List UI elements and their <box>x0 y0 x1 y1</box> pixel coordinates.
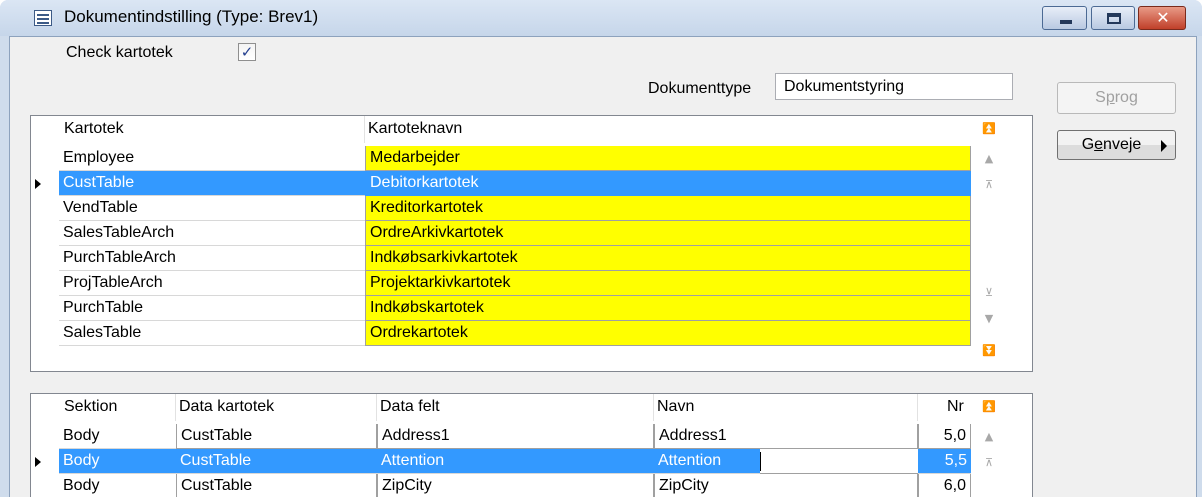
previous-record-icon[interactable]: ⊼ <box>977 454 1001 472</box>
previous-page-icon[interactable]: ▲ <box>977 428 1001 446</box>
checkmark-icon: ✓ <box>240 43 254 61</box>
application-window: Dokumentindstilling (Type: Brev1) ✕ Chec… <box>0 0 1202 497</box>
title-bar[interactable]: Dokumentindstilling (Type: Brev1) ✕ <box>0 0 1202 36</box>
column-divider[interactable] <box>376 394 377 421</box>
cell-kartotek[interactable]: VendTable <box>59 196 365 221</box>
sprog-label-prefix: S <box>1095 89 1106 106</box>
cell-navn[interactable]: ZipCity <box>654 474 918 497</box>
table-row[interactable]: SalesTableArch OrdreArkivkartotek <box>31 221 971 246</box>
maximize-button[interactable] <box>1091 6 1135 30</box>
check-kartotek-checkbox[interactable]: ✓ <box>238 43 256 61</box>
column-header-nr[interactable]: Nr <box>947 398 964 416</box>
cell-sektion[interactable]: Body <box>59 424 176 449</box>
cell-sektion[interactable]: Body <box>59 449 176 474</box>
edit-field-remainder[interactable] <box>760 449 918 474</box>
column-header-sektion[interactable]: Sektion <box>64 398 117 416</box>
table-row[interactable]: PurchTableArch Indkøbsarkivkartotek <box>31 246 971 271</box>
first-record-icon[interactable]: ⏫ <box>977 398 1001 416</box>
next-page-icon[interactable]: ▼ <box>977 310 1001 328</box>
column-header-kartoteknavn[interactable]: Kartoteknavn <box>368 120 462 138</box>
cell-kartotek[interactable]: PurchTable <box>59 296 365 321</box>
sektion-grid-header: Sektion Data kartotek Data felt Navn Nr <box>31 394 1032 421</box>
sprog-label-mnemonic: p <box>1105 89 1115 106</box>
cell-kartoteknavn[interactable]: OrdreArkivkartotek <box>365 221 971 246</box>
table-row[interactable]: Employee Medarbejder <box>31 146 971 171</box>
minimize-button[interactable] <box>1042 6 1087 30</box>
cell-kartoteknavn[interactable]: Projektarkivkartotek <box>365 271 971 296</box>
cell-nr[interactable]: 6,0 <box>918 474 971 497</box>
check-kartotek-label: Check kartotek <box>66 44 173 61</box>
kartotek-grid[interactable]: Kartotek Kartoteknavn Employee Medarbejd… <box>30 115 1033 372</box>
cell-navn[interactable]: Address1 <box>654 424 918 449</box>
table-row[interactable]: Body CustTable ZipCity ZipCity 6,0 <box>31 474 971 497</box>
sektion-grid[interactable]: Sektion Data kartotek Data felt Navn Nr … <box>30 393 1033 497</box>
column-divider[interactable] <box>364 116 365 143</box>
cell-data-kartotek[interactable]: CustTable <box>176 449 377 474</box>
column-header-data-kartotek[interactable]: Data kartotek <box>179 398 274 416</box>
cell-data-felt[interactable]: ZipCity <box>377 474 654 497</box>
cell-kartoteknavn[interactable]: Kreditorkartotek <box>365 196 971 221</box>
cell-kartotek[interactable]: SalesTableArch <box>59 221 365 246</box>
cell-kartoteknavn[interactable]: Debitorkartotek <box>365 171 971 196</box>
close-button[interactable]: ✕ <box>1138 6 1186 30</box>
column-header-kartotek[interactable]: Kartotek <box>64 120 124 138</box>
cell-data-kartotek[interactable]: CustTable <box>176 474 377 497</box>
cell-kartoteknavn[interactable]: Medarbejder <box>365 146 971 171</box>
cell-kartotek[interactable]: ProjTableArch <box>59 271 365 296</box>
table-row[interactable]: Body CustTable Address1 Address1 5,0 <box>31 424 971 449</box>
column-divider[interactable] <box>917 394 918 421</box>
sprog-button[interactable]: Sprog <box>1057 82 1176 114</box>
genveje-label-mnemonic: e <box>1094 136 1104 153</box>
cell-sektion[interactable]: Body <box>59 474 176 497</box>
kartotek-grid-header: Kartotek Kartoteknavn <box>31 116 1032 143</box>
next-record-icon[interactable]: ⊻ <box>977 284 1001 302</box>
genveje-label-prefix: G <box>1081 136 1095 153</box>
table-row-selected[interactable]: CustTable Debitorkartotek <box>31 171 971 196</box>
first-record-icon[interactable]: ⏫ <box>977 120 1001 138</box>
cell-nr[interactable]: 5,5 <box>918 449 971 474</box>
cell-kartoteknavn[interactable]: Indkøbsarkivkartotek <box>365 246 971 271</box>
cell-data-kartotek[interactable]: CustTable <box>176 424 377 449</box>
column-header-data-felt[interactable]: Data felt <box>380 398 440 416</box>
column-divider[interactable] <box>653 394 654 421</box>
cell-data-felt[interactable]: Address1 <box>377 424 654 449</box>
cell-kartotek[interactable]: PurchTableArch <box>59 246 365 271</box>
text-caret <box>760 452 761 471</box>
submenu-arrow-icon <box>1161 140 1167 152</box>
cell-kartotek[interactable]: SalesTable <box>59 321 365 346</box>
sprog-label-suffix: rog <box>1114 89 1138 106</box>
close-icon: ✕ <box>1156 8 1170 27</box>
previous-record-icon[interactable]: ⊼ <box>977 176 1001 194</box>
window-title: Dokumentindstilling (Type: Brev1) <box>64 7 319 26</box>
column-divider[interactable] <box>175 394 176 421</box>
table-row[interactable]: SalesTable Ordrekartotek <box>31 321 971 346</box>
table-row[interactable]: VendTable Kreditorkartotek <box>31 196 971 221</box>
maximize-icon <box>1107 13 1121 24</box>
record-navigation: ⏫ ▲ ⊼ ⊻ ▼ ⏬ <box>977 120 1001 370</box>
cell-nr[interactable]: 5,0 <box>918 424 971 449</box>
form-icon <box>34 10 52 26</box>
row-pointer-icon <box>35 179 41 189</box>
genveje-button[interactable]: Genveje <box>1057 130 1176 160</box>
genveje-label-suffix: nveje <box>1103 136 1142 153</box>
cell-kartoteknavn[interactable]: Ordrekartotek <box>365 321 971 346</box>
dokumenttype-label: Dokumenttype <box>648 80 752 97</box>
last-record-icon[interactable]: ⏬ <box>977 342 1001 360</box>
cell-data-felt[interactable]: Attention <box>377 449 654 474</box>
cell-kartotek[interactable]: Employee <box>59 146 365 171</box>
row-pointer-icon <box>35 457 41 467</box>
dokumenttype-field[interactable]: Dokumentstyring <box>775 73 1013 100</box>
record-navigation: ⏫ ▲ ⊼ <box>977 398 1001 497</box>
minimize-icon <box>1060 20 1072 24</box>
column-header-navn[interactable]: Navn <box>657 398 694 416</box>
cell-kartotek[interactable]: CustTable <box>59 171 365 196</box>
table-row-selected[interactable]: Body CustTable Attention Attention 5,5 <box>31 449 971 474</box>
table-row[interactable]: ProjTableArch Projektarkivkartotek <box>31 271 971 296</box>
cell-navn-editing[interactable]: Attention <box>654 449 760 474</box>
table-row[interactable]: PurchTable Indkøbskartotek <box>31 296 971 321</box>
previous-page-icon[interactable]: ▲ <box>977 150 1001 168</box>
cell-kartoteknavn[interactable]: Indkøbskartotek <box>365 296 971 321</box>
